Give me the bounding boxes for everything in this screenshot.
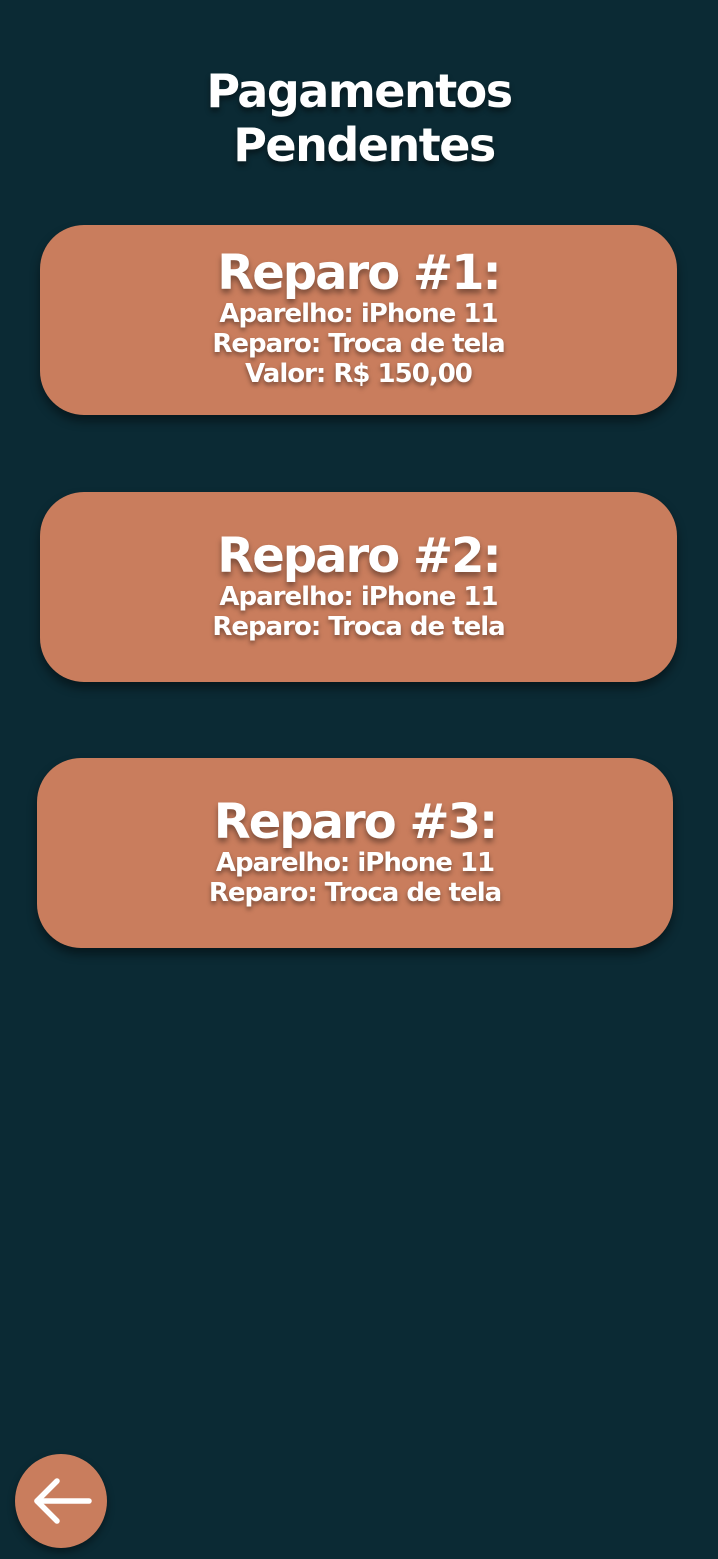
repair-card-title: Reparo #3: (213, 794, 498, 850)
repair-card-device: Aparelho: iPhone 11 (219, 582, 498, 612)
repair-card-repair: Reparo: Troca de tela (208, 878, 502, 908)
back-button[interactable] (15, 1454, 107, 1548)
repair-card-repair: Reparo: Troca de tela (212, 329, 505, 359)
repair-card-title: Reparo #1: (217, 245, 501, 301)
page-title-line1: Pagamentos (206, 64, 513, 118)
repair-card-1[interactable]: Reparo #1: Aparelho: iPhone 11 Reparo: T… (40, 225, 677, 415)
arrow-left-icon (34, 1478, 92, 1524)
repair-card-value: Valor: R$ 150,00 (245, 359, 473, 389)
repair-card-device: Aparelho: iPhone 11 (219, 299, 498, 329)
page-title: Pagamentos Pendentes (0, 64, 718, 172)
repair-card-repair: Reparo: Troca de tela (212, 612, 505, 642)
repair-card-3[interactable]: Reparo #3: Aparelho: iPhone 11 Reparo: T… (37, 758, 673, 948)
repair-card-title: Reparo #2: (217, 528, 501, 584)
repair-card-device: Aparelho: iPhone 11 (215, 848, 495, 878)
repair-card-2[interactable]: Reparo #2: Aparelho: iPhone 11 Reparo: T… (40, 492, 677, 682)
page-title-line2: Pendentes (233, 118, 496, 172)
